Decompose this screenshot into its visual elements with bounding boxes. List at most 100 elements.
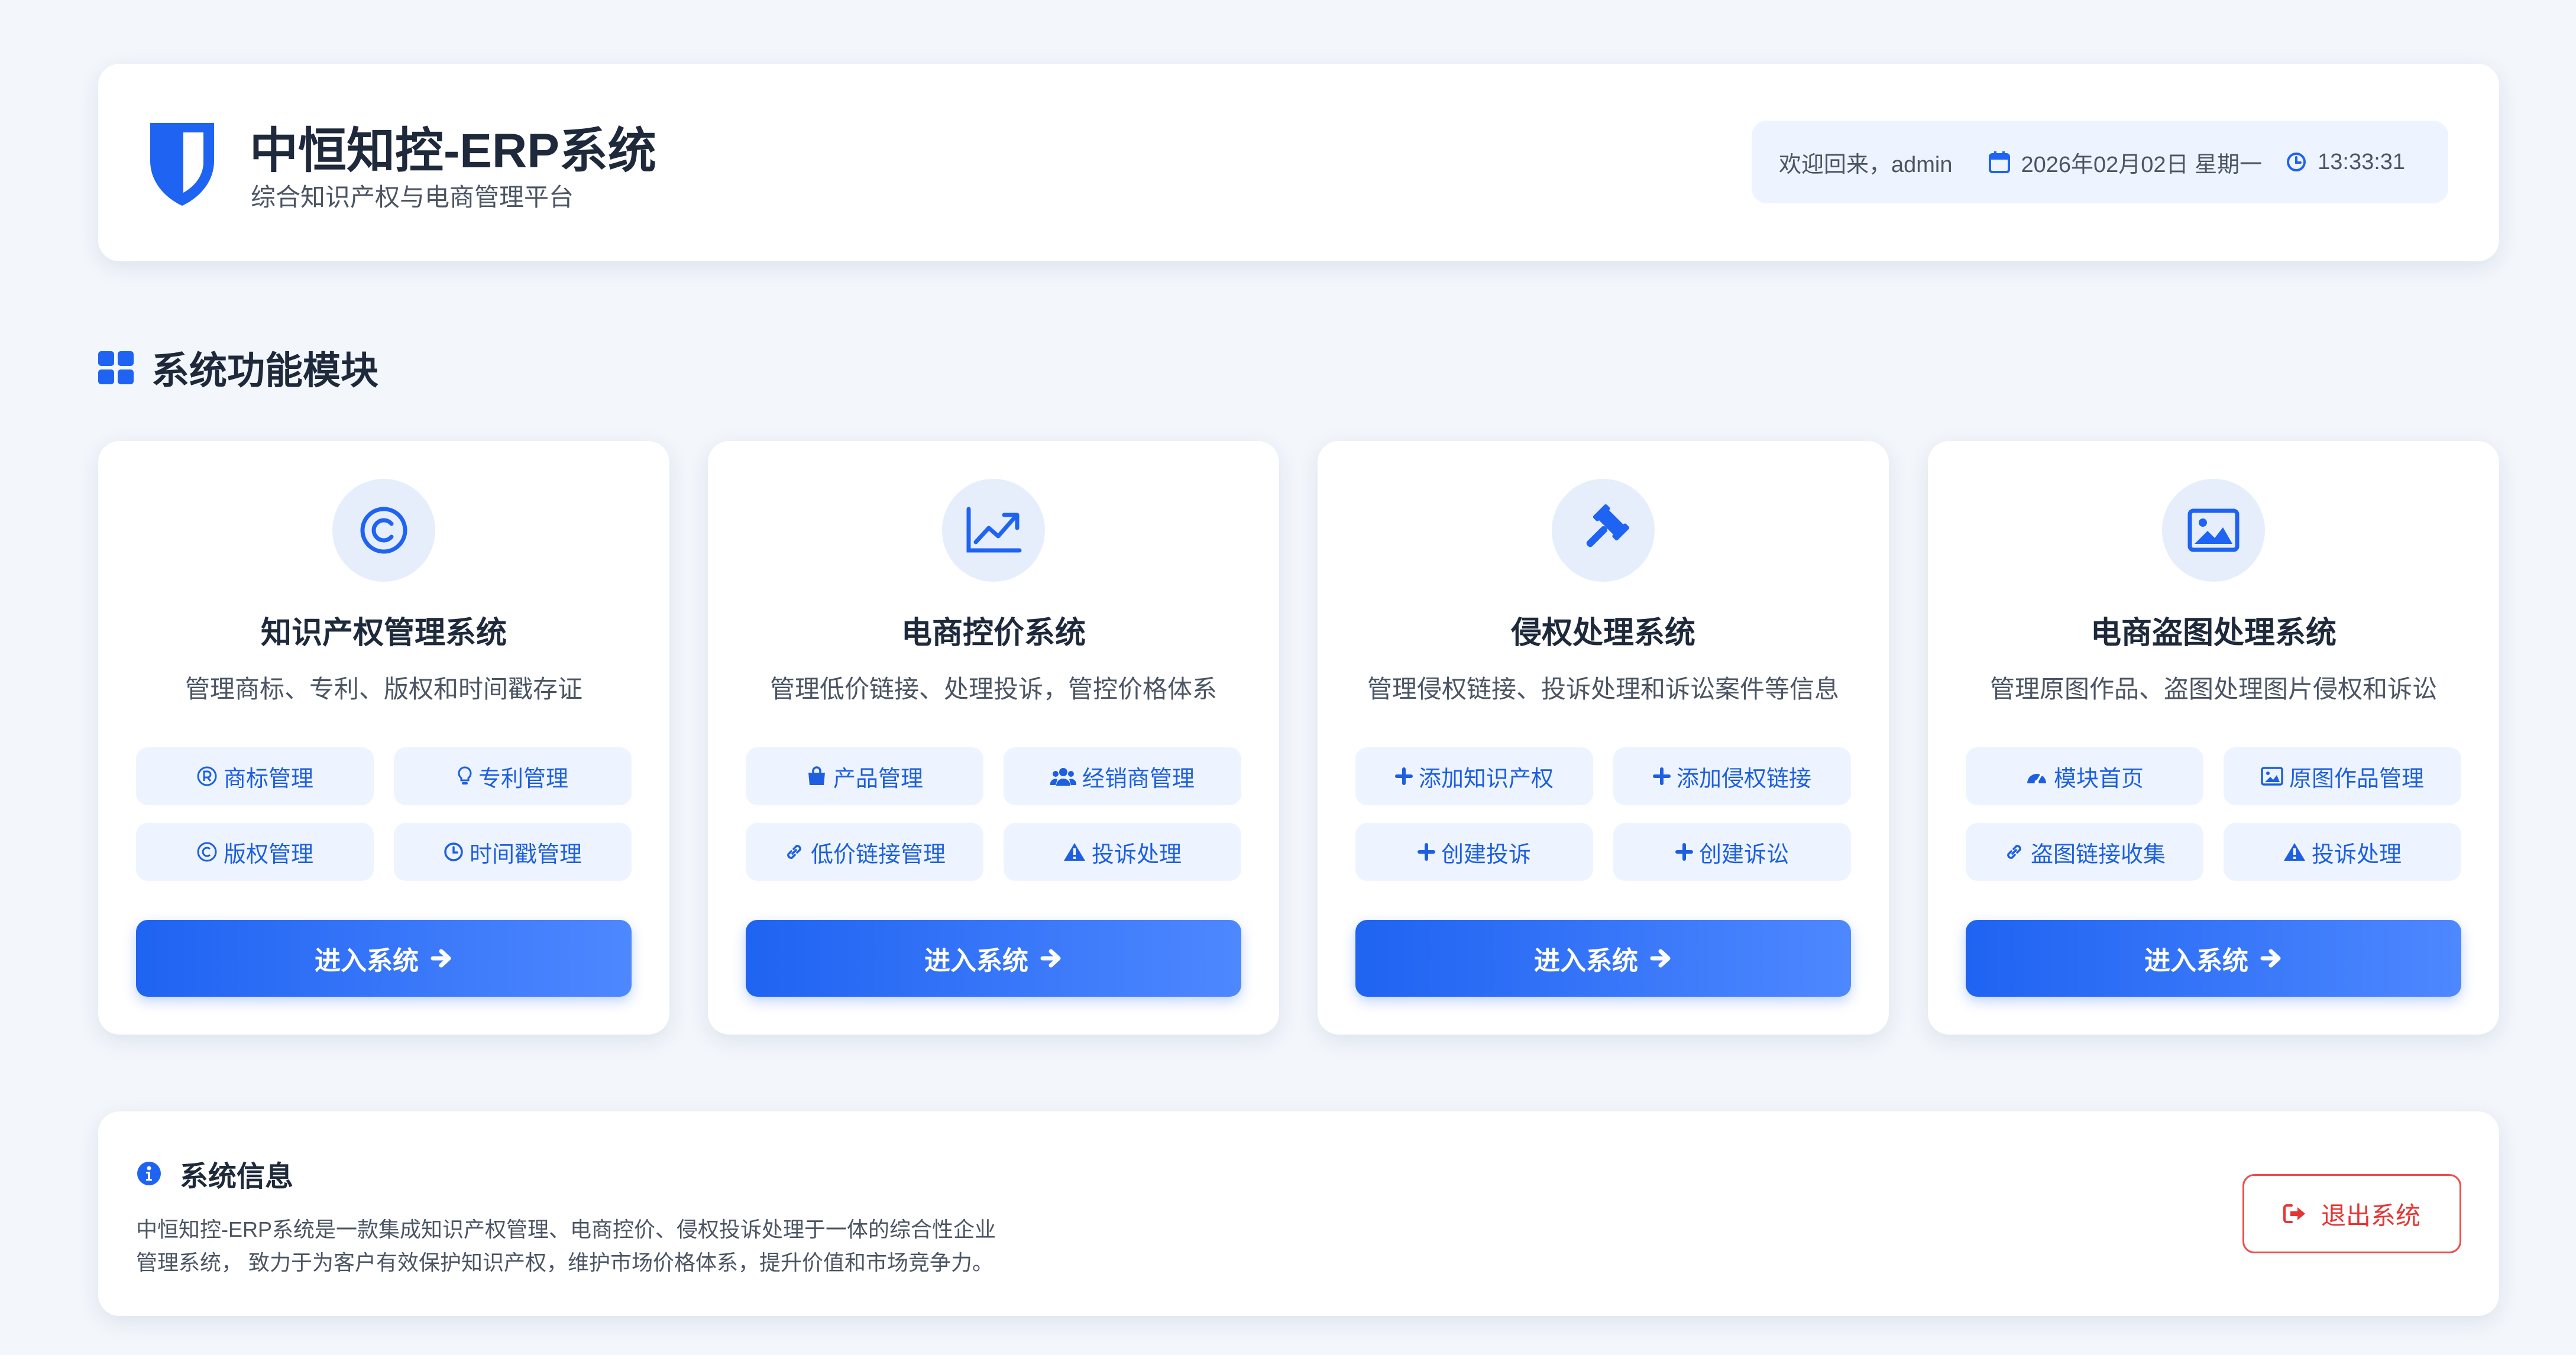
arrow-right-icon <box>2260 949 2281 968</box>
info-description: 中恒知控-ERP系统是一款集成知识产权管理、电商控价、侵权投诉处理于一体的综合性… <box>136 1213 1141 1279</box>
enter-system-button[interactable]: 进入系统 <box>1355 920 1851 997</box>
section-title: 系统功能模块 <box>151 349 378 392</box>
clock-icon <box>2287 153 2306 171</box>
info-line: 管理系统， 致力于为客户有效保护知识产权，维护市场价格体系，提升价值和市场竞争力… <box>136 1250 994 1275</box>
chip-label: 投诉处理 <box>1091 842 1182 867</box>
registered-icon <box>197 766 217 786</box>
chip-label: 原图作品管理 <box>2289 766 2424 792</box>
module-card-image-theft: 电商盗图处理系统 管理原图作品、盗图处理图片侵权和诉讼 模块首页 原图作品管理 … <box>1928 441 2499 1035</box>
chip-distributors[interactable]: 经销商管理 <box>1004 747 1241 805</box>
logout-button[interactable]: 退出系统 <box>2242 1174 2461 1253</box>
image-icon <box>2187 508 2240 552</box>
chip-label: 版权管理 <box>223 842 313 867</box>
plus-icon <box>1417 843 1435 861</box>
chip-complaints[interactable]: 投诉处理 <box>2224 823 2461 881</box>
lightbulb-icon <box>458 766 472 785</box>
arrow-right-icon <box>1650 949 1671 968</box>
chip-low-price-links[interactable]: 低价链接管理 <box>746 823 983 881</box>
chip-copyright[interactable]: 版权管理 <box>136 823 374 881</box>
enter-system-button[interactable]: 进入系统 <box>136 920 632 997</box>
chip-patent[interactable]: 专利管理 <box>394 747 632 805</box>
section-heading: 系统功能模块 <box>98 341 378 395</box>
chip-label: 商标管理 <box>223 766 313 792</box>
button-label: 进入系统 <box>2144 946 2248 975</box>
card-icon-wrap <box>2162 479 2265 582</box>
welcome-text: 欢迎回来，admin <box>1779 152 1953 177</box>
chip-label: 创建诉讼 <box>1698 842 1789 867</box>
card-title: 电商盗图处理系统 <box>2090 616 2336 650</box>
app-subtitle: 综合知识产权与电商管理平台 <box>251 183 574 211</box>
date-display: 2026年02月02日 星期一 <box>1988 146 2263 179</box>
card-title: 电商控价系统 <box>901 616 1086 650</box>
app-title: 中恒知控-ERP系统 <box>250 124 656 178</box>
chip-create-lawsuit[interactable]: 创建诉讼 <box>1613 823 1851 881</box>
arrow-right-icon <box>1040 949 1061 968</box>
shield-icon <box>150 123 214 206</box>
sign-out-icon <box>2283 1204 2305 1223</box>
copyright-icon <box>360 507 407 554</box>
chip-original-works[interactable]: 原图作品管理 <box>2224 747 2461 805</box>
button-label: 进入系统 <box>1534 946 1638 975</box>
link-icon <box>787 845 801 859</box>
info-line: 中恒知控-ERP系统是一款集成知识产权管理、电商控价、侵权投诉处理于一体的综合性… <box>136 1217 996 1241</box>
link-icon <box>2007 845 2021 859</box>
button-label: 进入系统 <box>924 946 1028 975</box>
card-icon-wrap <box>942 479 1045 582</box>
gavel-icon <box>1586 504 1630 547</box>
card-description: 管理商标、专利、版权和时间戳存证 <box>185 675 582 703</box>
image-icon <box>2261 767 2283 786</box>
chip-trademark[interactable]: 商标管理 <box>136 747 374 805</box>
chip-label: 专利管理 <box>478 766 568 792</box>
card-description: 管理侵权链接、投诉处理和诉讼案件等信息 <box>1367 675 1839 703</box>
card-title: 知识产权管理系统 <box>260 616 507 650</box>
info-heading: 系统信息 <box>136 1153 293 1194</box>
grid-icon <box>98 351 134 384</box>
header-bar: 中恒知控-ERP系统 综合知识产权与电商管理平台 欢迎回来，admin 2026… <box>98 64 2499 261</box>
enter-system-button[interactable]: 进入系统 <box>746 920 1241 997</box>
user-meta-panel: 欢迎回来，admin 2026年02月02日 星期一 13:33:31 <box>1752 121 2448 203</box>
logout-label: 退出系统 <box>2321 1201 2420 1230</box>
chip-module-home[interactable]: 模块首页 <box>1966 747 2203 805</box>
chip-label: 添加侵权链接 <box>1676 766 1811 792</box>
chip-add-ip[interactable]: 添加知识产权 <box>1355 747 1593 805</box>
module-card-price-control: 电商控价系统 管理低价链接、处理投诉，管控价格体系 产品管理 经销商管理 低价链… <box>708 441 1279 1035</box>
dashboard-icon <box>2027 773 2046 785</box>
shopping-bag-icon <box>808 766 825 785</box>
users-icon <box>1050 768 1076 786</box>
chip-complaints[interactable]: 投诉处理 <box>1004 823 1241 881</box>
enter-system-button[interactable]: 进入系统 <box>1966 920 2461 997</box>
chart-line-icon <box>966 507 1022 553</box>
system-info-panel: 系统信息 中恒知控-ERP系统是一款集成知识产权管理、电商控价、侵权投诉处理于一… <box>98 1111 2499 1316</box>
info-title: 系统信息 <box>180 1161 294 1192</box>
chip-products[interactable]: 产品管理 <box>746 747 983 805</box>
chip-stolen-image-links[interactable]: 盗图链接收集 <box>1966 823 2203 881</box>
info-icon <box>137 1162 161 1185</box>
chip-timestamp[interactable]: 时间戳管理 <box>394 823 632 881</box>
warning-icon <box>2283 843 2305 861</box>
module-card-ip: 知识产权管理系统 管理商标、专利、版权和时间戳存证 商标管理 专利管理 版权管理… <box>98 441 669 1035</box>
chip-label: 时间戳管理 <box>469 842 582 867</box>
chip-label: 低价链接管理 <box>810 842 946 867</box>
plus-icon <box>1652 767 1671 785</box>
chip-label: 产品管理 <box>833 766 923 792</box>
chip-create-complaint[interactable]: 创建投诉 <box>1355 823 1593 881</box>
card-description: 管理原图作品、盗图处理图片侵权和诉讼 <box>1989 675 2437 703</box>
chip-label: 模块首页 <box>2053 766 2144 792</box>
chip-label: 盗图链接收集 <box>2030 842 2166 867</box>
chip-add-infringing-link[interactable]: 添加侵权链接 <box>1613 747 1851 805</box>
chip-label: 经销商管理 <box>1082 766 1195 792</box>
warning-icon <box>1063 843 1085 861</box>
card-description: 管理低价链接、处理投诉，管控价格体系 <box>769 675 1217 703</box>
plus-icon <box>1675 843 1693 861</box>
button-label: 进入系统 <box>315 946 419 975</box>
time-text: 13:33:31 <box>2318 149 2406 174</box>
copyright-icon <box>197 842 217 862</box>
module-card-infringement: 侵权处理系统 管理侵权链接、投诉处理和诉讼案件等信息 添加知识产权 添加侵权链接… <box>1318 441 1889 1035</box>
plus-icon <box>1394 767 1413 785</box>
card-icon-wrap <box>332 479 435 582</box>
calendar-icon <box>1988 151 2010 173</box>
clock-icon <box>444 842 463 861</box>
date-text: 2026年02月02日 星期一 <box>2021 152 2263 177</box>
card-icon-wrap <box>1552 479 1655 582</box>
chip-label: 投诉处理 <box>2311 842 2402 867</box>
